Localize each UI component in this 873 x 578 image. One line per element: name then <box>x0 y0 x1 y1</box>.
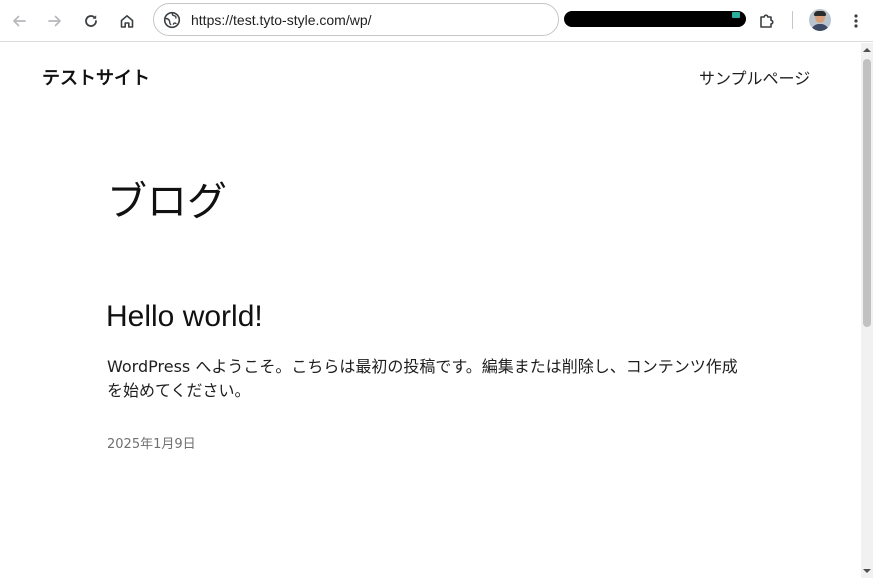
extensions-button[interactable] <box>753 7 781 35</box>
avatar[interactable] <box>809 9 831 31</box>
url-text[interactable]: https://test.tyto-style.com/wp/ <box>191 12 372 28</box>
post-title-link[interactable]: Hello world! <box>106 300 263 334</box>
page-title: ブログ <box>107 179 227 225</box>
back-button[interactable] <box>5 7 33 35</box>
nav-item-sample-page[interactable]: サンプルページ <box>699 65 810 89</box>
post-date: 2025年1月9日 <box>107 437 196 452</box>
redacted-area <box>564 11 746 27</box>
forward-button[interactable] <box>41 7 69 35</box>
site-title[interactable]: テストサイト <box>42 64 150 90</box>
page-viewport: テストサイト サンプルページ ブログ Hello world! WordPres… <box>0 43 861 578</box>
scroll-up-arrow[interactable] <box>861 43 873 57</box>
reload-button[interactable] <box>77 7 105 35</box>
kebab-menu-icon <box>854 14 858 28</box>
toolbar-divider <box>792 11 793 29</box>
home-button[interactable] <box>113 7 141 35</box>
browser-toolbar: https://test.tyto-style.com/wp/ <box>0 0 873 42</box>
extension-badge <box>732 12 740 18</box>
reload-icon <box>85 15 97 27</box>
avatar-hair <box>814 11 826 16</box>
post-excerpt: WordPress へようこそ。こちらは最初の投稿です。編集または削除し、コンテ… <box>107 357 738 400</box>
browser-menu-button[interactable] <box>842 7 870 35</box>
page-scrollbar[interactable] <box>861 43 873 578</box>
home-icon <box>120 15 134 28</box>
arrow-left-icon <box>13 15 26 27</box>
avatar-shirt <box>811 24 829 31</box>
scroll-thumb[interactable] <box>863 59 871 327</box>
scroll-down-arrow[interactable] <box>861 564 873 578</box>
arrow-right-icon <box>48 15 61 27</box>
address-bar[interactable]: https://test.tyto-style.com/wp/ <box>153 3 559 36</box>
puzzle-icon <box>760 14 774 28</box>
site-info-icon[interactable] <box>163 11 181 29</box>
